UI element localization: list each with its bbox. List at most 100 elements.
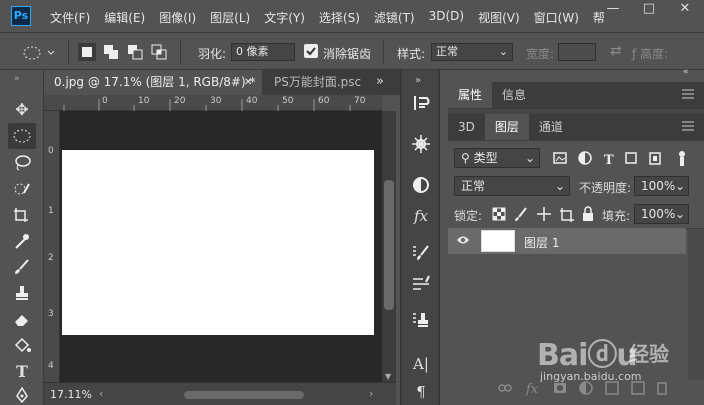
tab-document-active[interactable]: 0.jpg @ 17.1% (图层 1, RGB/8#) * ✕ xyxy=(44,70,262,95)
clone-stamp-tool-icon[interactable] xyxy=(8,280,36,306)
tab-properties[interactable]: 属性 xyxy=(448,82,493,108)
subtract-selection-button[interactable] xyxy=(126,43,144,61)
layer-name[interactable]: 图层 1 xyxy=(524,234,559,251)
tab-label: PS万能封面.psc xyxy=(274,75,362,89)
document-canvas[interactable] xyxy=(62,150,374,335)
menu-edit[interactable]: 编辑(E) xyxy=(104,9,145,26)
antialias-checkbox[interactable] xyxy=(304,44,318,58)
tab-info[interactable]: 信息 xyxy=(492,82,536,108)
minimize-button[interactable]: — xyxy=(595,0,631,20)
style-select[interactable]: 正常 ⌄ xyxy=(431,43,513,61)
navigator-icon[interactable] xyxy=(409,133,433,157)
panel-menu-icon[interactable] xyxy=(682,88,694,103)
ruler-label: 4 xyxy=(48,361,54,371)
layer-filter-select[interactable]: ⚲ 类型 ⌄ xyxy=(454,148,540,168)
menu-3d[interactable]: 3D(D) xyxy=(429,9,464,26)
menu-window[interactable]: 窗口(W) xyxy=(534,9,579,26)
svg-text:T: T xyxy=(604,153,614,168)
watermark-url: jingyan.baidu.com xyxy=(540,370,642,383)
watermark-name: 经验 xyxy=(629,342,669,366)
ruler-label: 60 xyxy=(318,96,330,106)
menu-type[interactable]: 文字(Y) xyxy=(264,9,305,26)
fill-input[interactable]: 100% ⌄ xyxy=(634,204,689,224)
close-window-button[interactable]: ✕ xyxy=(667,0,703,20)
chevron-down-icon: ⌄ xyxy=(674,207,685,221)
blend-mode-select[interactable]: 正常 ⌄ xyxy=(454,176,570,196)
eyedropper-tool-icon[interactable] xyxy=(8,228,36,254)
adjustments-icon[interactable] xyxy=(409,174,433,198)
fill-label: 填充: xyxy=(602,209,631,223)
quick-selection-tool-icon[interactable] xyxy=(8,176,36,202)
ruler-label: 1 xyxy=(48,206,54,216)
scroll-right-icon[interactable]: › xyxy=(369,387,373,400)
elliptical-marquee-tool-icon[interactable] xyxy=(8,123,36,149)
horizontal-scroll-thumb[interactable] xyxy=(184,391,304,399)
collapse-toolbar-icon[interactable]: » xyxy=(14,74,20,84)
lasso-tool-icon[interactable] xyxy=(8,150,36,176)
options-bar: 羽化: 0 像素 消除锯齿 样式: 正常 ⌄ 宽度: ⇄ ƒ 高度: xyxy=(0,34,704,70)
type-tool-icon[interactable]: T xyxy=(8,358,36,384)
menu-view[interactable]: 视图(V) xyxy=(478,9,520,26)
tab-label: 0.jpg @ 17.1% (图层 1, RGB/8#) * xyxy=(54,75,256,89)
tool-preset-picker[interactable] xyxy=(20,43,60,63)
vertical-scroll-thumb[interactable] xyxy=(384,180,394,310)
width-input[interactable] xyxy=(558,43,596,61)
search-icon: ⚲ xyxy=(461,151,474,165)
brush-settings-icon[interactable] xyxy=(409,243,433,267)
new-selection-button[interactable] xyxy=(78,43,96,61)
menu-image[interactable]: 图像(I) xyxy=(159,9,196,26)
separator xyxy=(383,40,384,64)
add-selection-button[interactable] xyxy=(102,43,120,61)
visibility-eye-icon[interactable] xyxy=(456,234,470,249)
feather-input[interactable]: 0 像素 xyxy=(231,43,295,61)
eraser-tool-icon[interactable] xyxy=(8,306,36,332)
styles-fx-icon[interactable]: fx xyxy=(409,204,433,228)
scroll-left-icon[interactable]: ‹ xyxy=(99,387,103,400)
menu-file[interactable]: 文件(F) xyxy=(50,9,90,26)
zoom-level[interactable]: 17.11% xyxy=(50,388,92,401)
ruler-label: 40 xyxy=(246,96,258,106)
menu-select[interactable]: 选择(S) xyxy=(319,9,360,26)
layer-thumbnail[interactable] xyxy=(481,230,515,252)
pen-tool-icon[interactable] xyxy=(8,382,36,405)
tab-3d[interactable]: 3D xyxy=(448,114,485,140)
crop-tool-icon[interactable] xyxy=(8,202,36,228)
character-icon[interactable]: A| xyxy=(409,352,433,376)
height-label: ƒ 高度: xyxy=(632,47,669,61)
ruler-label: 10 xyxy=(138,96,150,106)
status-bar: 17.11% ‹ › xyxy=(44,382,396,405)
menu-items: 文件(F) 编辑(E) 图像(I) 图层(L) 文字(Y) 选择(S) 滤镜(T… xyxy=(50,9,605,26)
photoshop-logo: Ps xyxy=(11,6,31,26)
close-tab-icon[interactable]: ✕ xyxy=(244,70,252,95)
layers-tab-row: 3D 图层 通道 xyxy=(448,114,704,141)
document-tab-bar: 0.jpg @ 17.1% (图层 1, RGB/8#) * ✕ PS万能封面.… xyxy=(44,70,400,95)
expand-panels-icon[interactable]: » xyxy=(415,75,421,86)
height-icon: ƒ xyxy=(632,47,641,61)
ruler-horizontal: 0 10 20 30 40 50 60 70 xyxy=(44,95,382,111)
move-tool-icon[interactable]: ✥ xyxy=(8,96,36,122)
tab-document-2[interactable]: PS万能封面.psc xyxy=(264,70,382,95)
tabs-overflow-icon[interactable]: » xyxy=(376,74,384,89)
brushes-icon[interactable] xyxy=(409,273,433,297)
brush-tool-icon[interactable] xyxy=(8,254,36,280)
maximize-button[interactable]: □ xyxy=(631,0,667,20)
blend-mode-value: 正常 xyxy=(461,179,486,193)
ruler-label: 50 xyxy=(282,96,294,106)
opacity-input[interactable]: 100% ⌄ xyxy=(634,176,689,196)
panel-menu-icon[interactable] xyxy=(682,120,694,135)
paint-bucket-tool-icon[interactable] xyxy=(8,332,36,358)
fill-value: 100% xyxy=(641,207,676,221)
intersect-selection-button[interactable] xyxy=(150,43,168,61)
ruler-vertical: 0 1 2 3 4 xyxy=(44,111,60,382)
layer-row[interactable]: 图层 1 xyxy=(448,228,686,254)
menu-layer[interactable]: 图层(L) xyxy=(210,9,250,26)
collapse-panel-icon[interactable]: « xyxy=(683,67,689,77)
menu-filter[interactable]: 滤镜(T) xyxy=(374,9,415,26)
history-icon[interactable] xyxy=(409,92,433,116)
tab-layers[interactable]: 图层 xyxy=(484,114,529,140)
paragraph-icon[interactable]: ¶ xyxy=(409,380,433,404)
scroll-down-icon[interactable]: ▼ xyxy=(385,372,391,381)
tab-channels[interactable]: 通道 xyxy=(529,114,573,140)
clone-source-icon[interactable] xyxy=(409,310,433,334)
swap-icon[interactable]: ⇄ xyxy=(610,43,622,59)
